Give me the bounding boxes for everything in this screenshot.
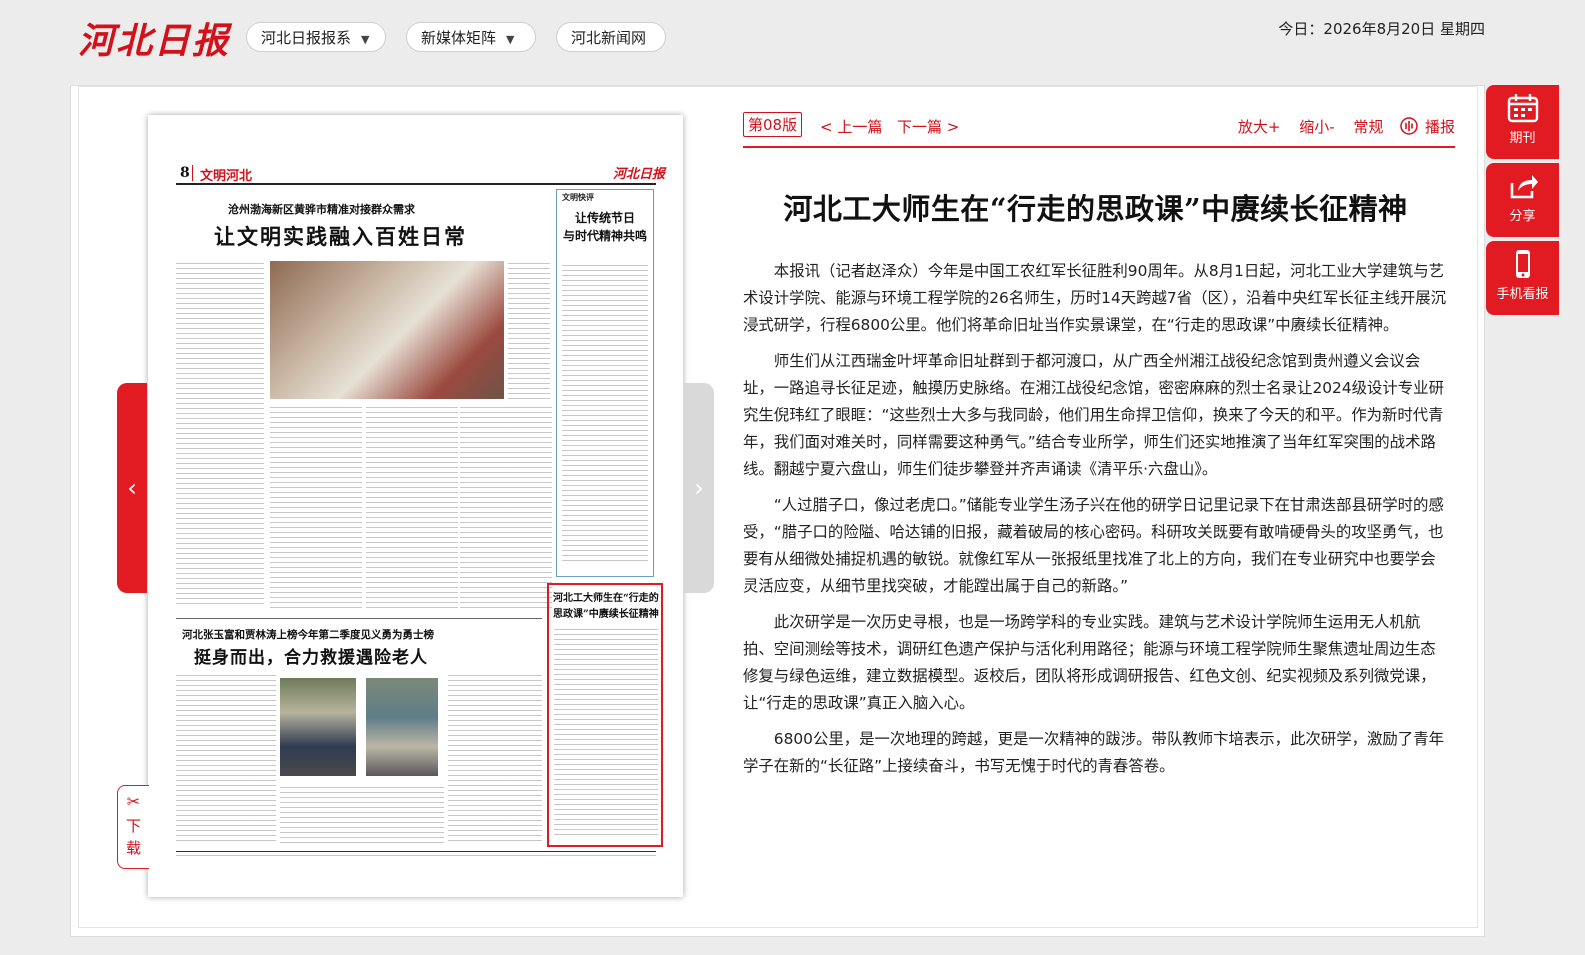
np-text-column — [270, 407, 362, 611]
today-date: 今日：2026年8月20日 星期四 — [1278, 20, 1485, 38]
np-rule — [176, 183, 656, 185]
np-highlight-title: 河北工大师生在“行走的 思政课”中赓续长征精神 — [553, 593, 659, 620]
np-photo-hero1 — [280, 678, 356, 776]
share-icon — [1510, 175, 1538, 199]
prev-page-button[interactable]: ‹ — [117, 383, 147, 593]
zoom-out-button[interactable]: 缩小- — [1299, 118, 1334, 136]
caret-down-icon: ▼ — [506, 33, 515, 46]
calendar-icon — [1507, 94, 1538, 123]
play-audio-button[interactable]: 播报 — [1400, 117, 1455, 136]
mobile-read-label: 手机看报 — [1496, 287, 1549, 302]
menu-hebei-daily-group[interactable]: 河北日报报系 ▼ — [246, 22, 386, 52]
menu-label: 河北新闻网 — [571, 29, 647, 47]
np-divider — [192, 165, 193, 181]
np-sidebar-title: 让传统节日 与时代精神共鸣 — [562, 211, 647, 243]
share-label: 分享 — [1509, 209, 1536, 224]
menu-label: 河北日报报系 — [261, 29, 352, 47]
share-button[interactable]: 分享 — [1486, 163, 1559, 237]
download-label-1: 下 — [125, 817, 141, 835]
next-article-link[interactable]: 下一篇 > — [897, 116, 959, 137]
np-headline1: 让文明实践融入百姓日常 — [214, 224, 467, 249]
phone-icon — [1515, 250, 1530, 278]
np-text-column — [508, 263, 550, 403]
mobile-read-button[interactable]: 手机看报 — [1486, 241, 1559, 315]
np-text-column — [554, 629, 658, 839]
menu-new-media[interactable]: 新媒体矩阵 ▼ — [406, 22, 536, 52]
top-bar: 河北日报 河北日报报系 ▼ 新媒体矩阵 ▼ 河北新闻网 今日：2026年8月20日 … — [0, 0, 1585, 80]
newspaper-page[interactable]: 8 文明河北 河北日报 沧州渤海新区黄骅市精准对接群众需求 让文明实践融入百姓日… — [148, 115, 683, 897]
edition-badge[interactable]: 第08版 — [743, 112, 803, 137]
periodical-label: 期刊 — [1509, 131, 1536, 146]
prev-article-link[interactable]: < 上一篇 — [820, 116, 882, 137]
np-photo-calligraphy — [270, 261, 504, 399]
menu-label: 新媒体矩阵 — [421, 29, 497, 47]
np-text-column — [176, 263, 264, 608]
chevron-left-icon: ‹ — [127, 474, 137, 502]
np-text-column — [176, 675, 276, 845]
article-title: 河北工大师生在“行走的思政课”中赓续长征精神 — [783, 192, 1408, 226]
menu-hebei-news[interactable]: 河北新闻网 — [556, 22, 666, 52]
np-text-column — [448, 675, 542, 845]
chevron-right-icon: › — [694, 474, 704, 502]
scissors-icon: ✂ — [126, 792, 141, 811]
np-page-number: 8 — [180, 165, 190, 181]
np-footer-text — [176, 855, 656, 859]
article-paragraph: 此次研学是一次历史寻根，也是一场跨学科的专业实践。建筑与艺术设计学院师生运用无人… — [743, 613, 1436, 712]
np-text-column — [562, 265, 648, 565]
np-kicker1: 沧州渤海新区黄骅市精准对接群众需求 — [228, 203, 415, 216]
np-section: 文明河北 — [200, 169, 253, 184]
play-label: 播报 — [1424, 118, 1455, 136]
np-footer-rule — [176, 851, 656, 852]
np-masthead: 河北日报 — [613, 167, 666, 182]
zoom-in-button[interactable]: 放大+ — [1238, 118, 1281, 136]
np-text-column — [366, 407, 458, 611]
download-button[interactable]: ✂ 下 载 — [117, 785, 149, 869]
normal-size-button[interactable]: 常规 — [1353, 118, 1383, 136]
article-paragraph: 师生们从江西瑞金叶坪革命旧址群到于都河渡口，从广西全州湘江战役纪念馆到贵州遵义会… — [743, 352, 1444, 478]
np-kicker2: 河北张玉富和贾林涛上榜今年第二季度见义勇为勇士榜 — [182, 629, 434, 641]
article-paragraph: 6800公里，是一次地理的跨越，更是一次精神的跋涉。带队教师卞培表示，此次研学，… — [743, 730, 1444, 775]
np-photo-hero2 — [366, 678, 438, 776]
article-paragraph: “人过腊子口，像过老虎口。”储能专业学生汤子兴在他的研学日记里记录下在甘肃迭部县… — [743, 496, 1444, 595]
np-rule — [176, 618, 542, 619]
caret-down-icon: ▼ — [361, 33, 370, 46]
article-toolbar: 第08版 < 上一篇 下一篇 > 放大+ 缩小- 常规 播报 — [743, 112, 1455, 148]
np-sidebar-tag: 文明快评 — [562, 192, 594, 202]
np-headline2: 挺身而出，合力救援遇险老人 — [194, 648, 428, 668]
np-text-column — [460, 407, 552, 611]
periodical-button[interactable]: 期刊 — [1486, 85, 1559, 159]
audio-wave-icon — [1400, 117, 1418, 135]
np-text-column — [280, 787, 444, 843]
article-paragraph: 本报讯（记者赵泽众）今年是中国工农红军长征胜利90周年。从8月1日起，河北工业大… — [743, 262, 1447, 334]
site-logo[interactable]: 河北日报 — [78, 12, 230, 64]
reading-tools: 放大+ 缩小- 常规 播报 — [1224, 116, 1455, 137]
next-page-button[interactable]: › — [684, 383, 714, 593]
download-label-2: 载 — [125, 839, 141, 857]
article-body: 本报讯（记者赵泽众）今年是中国工农红军长征胜利90周年。从8月1日起，河北工业大… — [743, 258, 1448, 789]
